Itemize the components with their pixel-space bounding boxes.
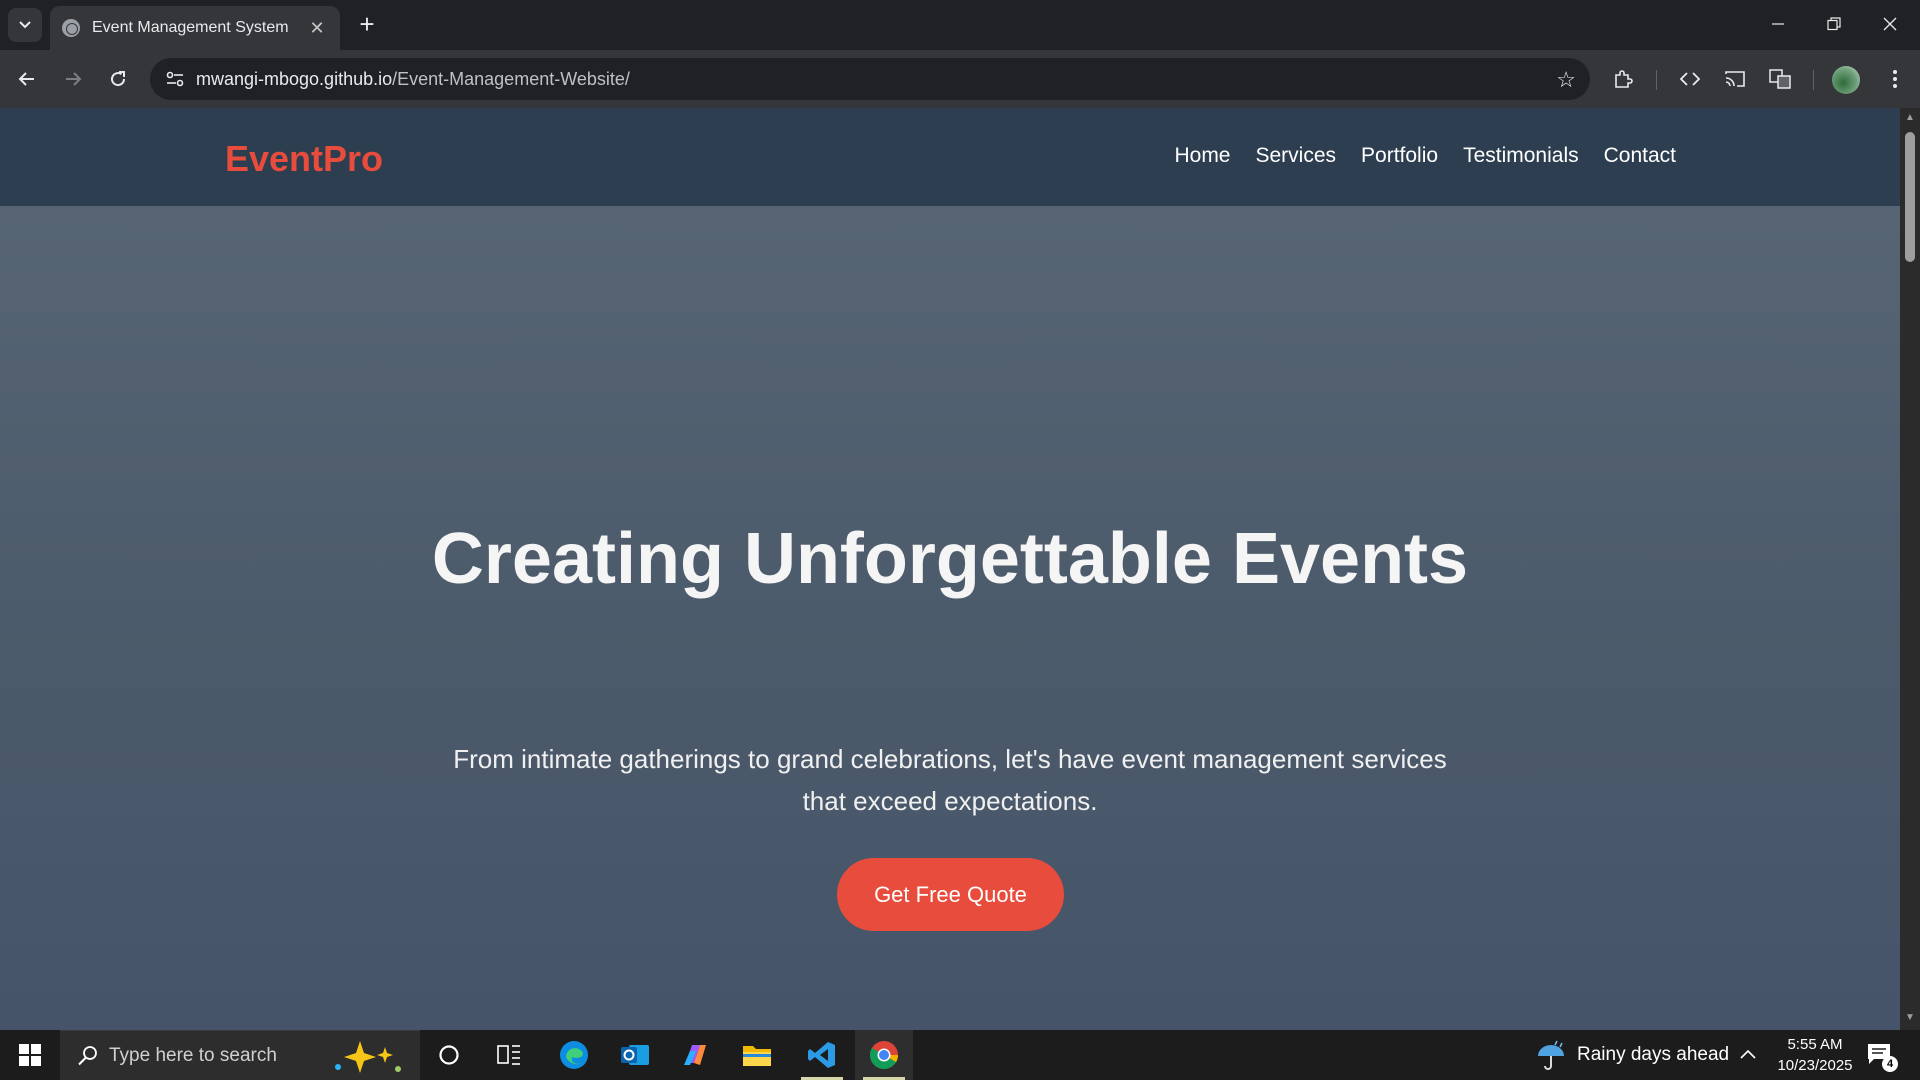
arrow-right-icon bbox=[66, 72, 82, 86]
cortana-circle-icon bbox=[439, 1045, 459, 1065]
task-view-button[interactable] bbox=[480, 1030, 538, 1080]
windows-logo-icon bbox=[19, 1044, 41, 1066]
extensions-icon[interactable] bbox=[1607, 63, 1639, 95]
outlook-icon bbox=[621, 1045, 649, 1065]
profile-avatar[interactable] bbox=[1832, 66, 1860, 94]
notification-center-button[interactable]: 4 bbox=[1866, 1042, 1898, 1072]
close-window-button[interactable] bbox=[1862, 0, 1918, 48]
taskbar-app-vscode[interactable] bbox=[793, 1030, 851, 1080]
taskbar-app-copilot[interactable] bbox=[667, 1030, 725, 1080]
browser-toolbar: mwangi-mbogo.github.io/Event-Management-… bbox=[0, 50, 1920, 108]
tab-close-icon[interactable]: ✕ bbox=[306, 18, 328, 39]
url-text: mwangi-mbogo.github.io/Event-Management-… bbox=[196, 69, 630, 89]
cortana-button[interactable] bbox=[420, 1030, 478, 1080]
tab-title: Event Management System bbox=[92, 19, 289, 36]
toolbar-divider bbox=[1656, 70, 1657, 90]
notification-count-badge: 4 bbox=[1882, 1056, 1898, 1072]
tray-overflow-chevron-up-icon[interactable] bbox=[1740, 1043, 1756, 1064]
reload-icon bbox=[111, 71, 126, 87]
toolbar-divider bbox=[1813, 70, 1814, 90]
clock-time: 5:55 AM bbox=[1787, 1036, 1843, 1053]
hero-title: Creating Unforgettable Events bbox=[431, 519, 1469, 599]
scroll-down-icon[interactable]: ▼ bbox=[1904, 1012, 1916, 1024]
taskbar-app-edge[interactable] bbox=[545, 1030, 603, 1080]
windows-taskbar: Type here to search Rainy days ahead 5:5… bbox=[0, 1030, 1920, 1080]
chrome-icon bbox=[870, 1041, 898, 1069]
weather-text: Rainy days ahead bbox=[1577, 1044, 1730, 1065]
taskbar-app-outlook[interactable] bbox=[606, 1030, 664, 1080]
site-header: EventPro Home Services Portfolio Testimo… bbox=[0, 108, 1900, 206]
chevron-down-icon bbox=[19, 21, 31, 29]
hero-section: Creating Unforgettable Events From intim… bbox=[0, 206, 1900, 1030]
arrow-left-icon bbox=[18, 72, 34, 86]
forward-button[interactable] bbox=[55, 61, 91, 97]
site-info-icon[interactable] bbox=[164, 68, 186, 90]
back-button[interactable] bbox=[9, 61, 45, 97]
nav-link-testimonials[interactable]: Testimonials bbox=[1463, 144, 1579, 168]
globe-icon bbox=[62, 19, 80, 37]
task-view-icon bbox=[497, 1045, 520, 1065]
address-bar[interactable]: mwangi-mbogo.github.io/Event-Management-… bbox=[150, 58, 1590, 100]
main-nav: Home Services Portfolio Testimonials Con… bbox=[1174, 144, 1676, 168]
scroll-up-icon[interactable]: ▲ bbox=[1904, 112, 1916, 124]
start-button[interactable] bbox=[0, 1030, 60, 1080]
search-placeholder: Type here to search bbox=[109, 1045, 277, 1066]
edge-icon bbox=[560, 1041, 588, 1069]
copilot-icon bbox=[684, 1045, 706, 1065]
reload-button[interactable] bbox=[100, 61, 136, 97]
vscode-icon bbox=[808, 1042, 835, 1068]
taskbar-app-file-explorer[interactable] bbox=[728, 1030, 786, 1080]
new-tab-button[interactable]: + bbox=[352, 10, 382, 40]
clock-date: 10/23/2025 bbox=[1777, 1057, 1853, 1074]
search-icon bbox=[78, 1046, 97, 1066]
minimize-button[interactable] bbox=[1750, 0, 1806, 48]
minimize-icon bbox=[1772, 23, 1784, 25]
restore-button[interactable] bbox=[1806, 0, 1862, 48]
page-scrollbar[interactable]: ▲ ▼ bbox=[1900, 108, 1920, 1030]
nav-link-home[interactable]: Home bbox=[1174, 144, 1230, 168]
tab-search-button[interactable] bbox=[8, 8, 42, 42]
taskbar-app-chrome[interactable] bbox=[855, 1030, 913, 1080]
umbrella-rain-icon bbox=[1538, 1040, 1564, 1070]
folder-icon bbox=[743, 1046, 771, 1066]
close-icon bbox=[1883, 17, 1897, 31]
sparkle-icon bbox=[335, 1041, 401, 1073]
page-viewport: EventPro Home Services Portfolio Testimo… bbox=[0, 108, 1900, 1030]
browser-tab-strip: Event Management System ✕ + bbox=[0, 0, 1920, 50]
bookmark-star-icon[interactable]: ☆ bbox=[1556, 67, 1576, 93]
get-free-quote-button[interactable]: Get Free Quote bbox=[837, 858, 1064, 931]
more-menu-icon[interactable] bbox=[1879, 63, 1911, 95]
cast-icon[interactable] bbox=[1719, 63, 1751, 95]
restore-icon bbox=[1827, 17, 1841, 31]
devtools-code-icon[interactable] bbox=[1674, 63, 1706, 95]
nav-link-contact[interactable]: Contact bbox=[1604, 144, 1676, 168]
weather-widget[interactable]: Rainy days ahead bbox=[1535, 1030, 1729, 1080]
taskbar-clock[interactable]: 5:55 AM 10/23/2025 bbox=[1770, 1034, 1860, 1076]
scroll-thumb[interactable] bbox=[1905, 132, 1915, 262]
nav-link-portfolio[interactable]: Portfolio bbox=[1361, 144, 1438, 168]
nav-link-services[interactable]: Services bbox=[1256, 144, 1337, 168]
hero-subtitle: From intimate gatherings to grand celebr… bbox=[453, 744, 1447, 816]
browser-tab-active[interactable]: Event Management System ✕ bbox=[50, 6, 340, 50]
translate-icon[interactable] bbox=[1764, 63, 1796, 95]
taskbar-search[interactable]: Type here to search bbox=[60, 1030, 420, 1080]
site-logo[interactable]: EventPro bbox=[225, 138, 383, 180]
